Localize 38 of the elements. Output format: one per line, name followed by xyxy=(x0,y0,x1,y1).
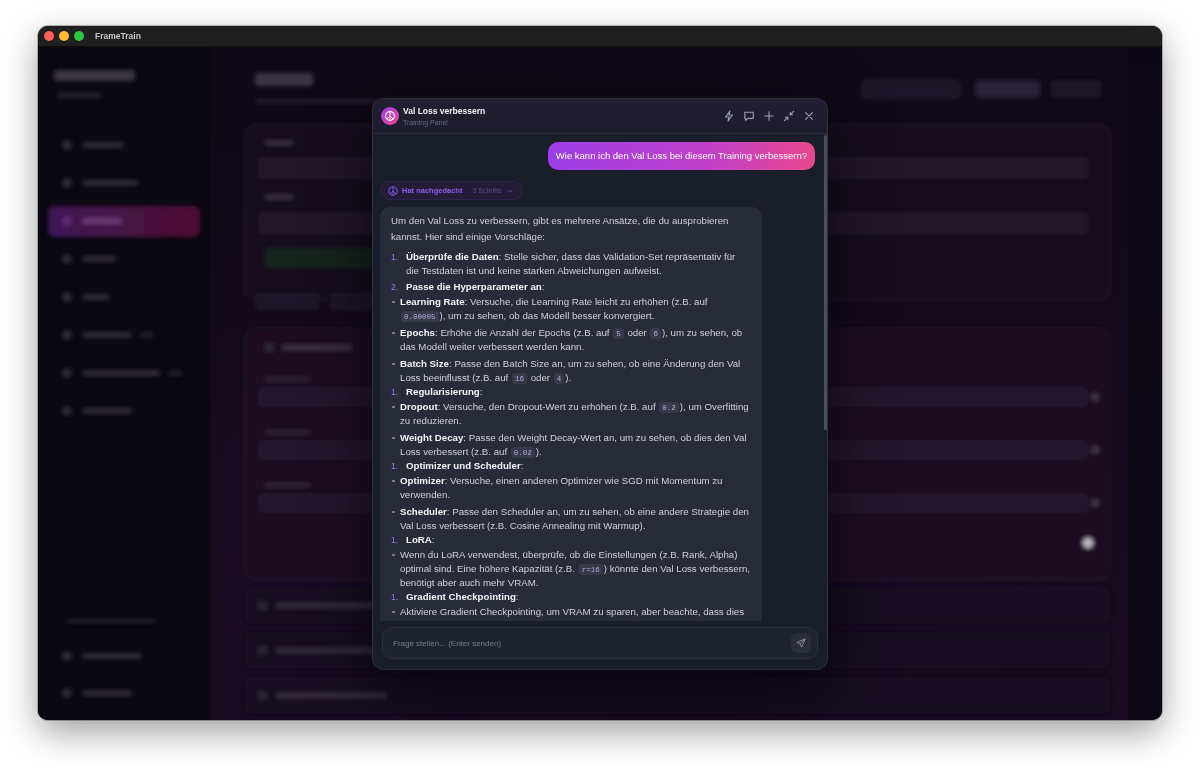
list-number: 1. xyxy=(391,386,400,399)
chat-title: Val Loss verbessern xyxy=(403,105,486,117)
list-item-text: Optimizer: Versuche, einen anderen Optimizer wie SGD mit Momentum zu verwenden. xyxy=(400,474,724,502)
speech-bubble-icon xyxy=(743,110,755,122)
window-zoom-button[interactable] xyxy=(74,31,84,41)
scrollbar-thumb[interactable] xyxy=(824,135,827,430)
plus-icon xyxy=(763,110,775,122)
new-chat-button[interactable] xyxy=(763,110,775,122)
list-number: 1. xyxy=(391,591,400,604)
send-button[interactable] xyxy=(791,633,811,653)
chat-history-button[interactable] xyxy=(743,110,755,122)
window-title: FrameTrain xyxy=(95,31,141,41)
list-item-text: Aktiviere Gradient Checkpointing, um VRAM zu sparen, aber beachte, dass dies xyxy=(400,605,746,619)
message-paragraph: Um den Val Loss zu verbessern, gibt es mehrere Ansätze, die du ausprobieren kannst. Hier sind einige Vorschläge: xyxy=(391,214,730,244)
lightning-icon xyxy=(723,110,735,122)
collapse-button[interactable] xyxy=(783,110,795,122)
list-item-text: Scheduler: Passe den Scheduler an, um zu sehen, ob eine andere Strategie den Val Loss verbessert (z.B. Cosine Annealing mit Warmup). xyxy=(400,505,750,533)
window-close-button[interactable] xyxy=(44,31,54,41)
list-number: 1. xyxy=(391,534,400,547)
close-button[interactable] xyxy=(803,110,815,122)
user-message: Wie kann ich den Val Loss bei diesem Training verbessern? xyxy=(547,142,815,170)
peace-symbol-icon xyxy=(388,185,398,196)
quick-action-button[interactable] xyxy=(723,110,735,122)
paper-plane-icon xyxy=(796,638,806,648)
list-item-text: Gradient Checkpointing: xyxy=(406,590,520,604)
list-item-text: LoRA: xyxy=(406,533,436,547)
collapse-arrows-icon xyxy=(783,110,795,122)
list-number: 1. xyxy=(391,251,400,264)
close-icon xyxy=(803,110,815,122)
list-item-text: Überprüfe die Daten: Stelle sicher, dass das Validation-Set repräsentativ für die Testdaten ist und keine starken Abweichungen aufweist. xyxy=(406,250,737,278)
list-number: 1. xyxy=(391,460,400,473)
question-input[interactable]: Frage stellen... (Enter senden) xyxy=(382,627,818,659)
list-item-text: Regularisierung: xyxy=(406,385,484,399)
window-minimize-button[interactable] xyxy=(59,31,69,41)
list-number: 2. xyxy=(391,281,400,294)
list-item-text: Passe die Hyperparameter an: xyxy=(406,280,546,294)
assistant-avatar-icon xyxy=(381,107,399,125)
list-item-text: Optimizer und Scheduler: xyxy=(406,459,525,473)
